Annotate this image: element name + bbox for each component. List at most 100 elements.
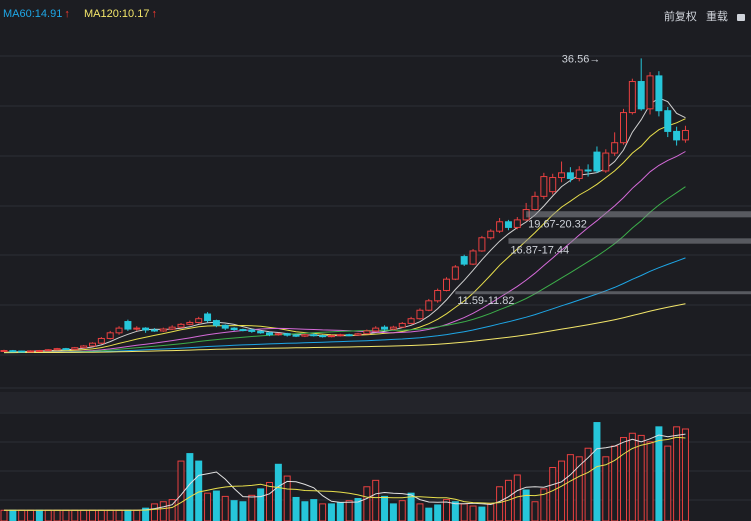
candle-body (451, 266, 459, 280)
price-band (455, 291, 751, 295)
candle-body (504, 221, 512, 228)
candle-body (646, 75, 654, 110)
volume-bar (177, 460, 185, 521)
candle-body (35, 350, 43, 353)
volume-ma-line-vma10 (4, 436, 686, 511)
candle-body (602, 152, 610, 172)
candle-body (389, 326, 397, 330)
candle-body (531, 195, 539, 211)
volume-bar (469, 505, 477, 521)
candle-body (301, 334, 309, 337)
volume-bar (310, 499, 318, 521)
candle-body (372, 327, 380, 332)
candle-body (18, 350, 26, 353)
volume-bar (0, 509, 8, 521)
candle-body (513, 219, 521, 228)
volume-bar (566, 454, 574, 521)
candle-body (549, 177, 557, 193)
volume-bar (9, 509, 17, 521)
volume-bar (611, 445, 619, 521)
restore-rights-button[interactable]: 前复权 (664, 11, 697, 23)
ma-line-ma20 (3, 151, 686, 353)
ma120-value: MA120:10.17 (84, 8, 150, 20)
volume-bar (398, 500, 406, 521)
candle-body (221, 324, 229, 329)
candle-body (159, 328, 167, 332)
candle-body (177, 323, 185, 328)
candle-body (469, 250, 477, 265)
reload-button[interactable]: 重载 (706, 11, 728, 23)
candle-body (230, 327, 238, 331)
candle-body (637, 81, 645, 110)
candle-body (593, 151, 601, 172)
candle-body (248, 329, 256, 332)
volume-bar (673, 426, 681, 521)
volume-bar (416, 503, 424, 521)
candle-body (363, 330, 371, 335)
volume-bar (628, 432, 636, 521)
candle-body (292, 334, 300, 337)
volume-bar (266, 481, 273, 521)
candle-body (150, 329, 158, 332)
volume-bar (487, 503, 495, 521)
volume-bar (89, 509, 96, 521)
ma60-legend: MA60:14.91 ↑ (3, 8, 70, 20)
candle-body (664, 110, 672, 132)
volume-bar (195, 460, 203, 521)
volume-bar (381, 495, 389, 521)
volume-bar (97, 509, 105, 521)
price-band (508, 238, 751, 244)
candle-body (124, 321, 132, 330)
volume-bar (593, 422, 601, 521)
candle-body (115, 327, 123, 334)
candle-body (327, 335, 335, 338)
volume-bar (372, 479, 380, 521)
candle-body (44, 349, 52, 352)
candle-body (212, 320, 220, 326)
camera-icon[interactable] (737, 13, 745, 21)
candle-body (575, 169, 583, 179)
volume-bar (292, 496, 300, 521)
volume-bar (531, 501, 539, 521)
candle-body (566, 172, 574, 179)
candle-body (274, 333, 282, 336)
volume-bar (637, 434, 645, 521)
candle-body (53, 348, 61, 351)
price-band-label: 11.59-11.82 (457, 295, 514, 307)
volume-bar (301, 501, 309, 521)
candle-body (407, 318, 415, 324)
candle-body (106, 332, 114, 339)
price-band-label: 16.87-17.44 (510, 245, 569, 257)
candle-body (142, 327, 150, 331)
volume-bar (124, 509, 132, 521)
candle-body (204, 313, 212, 322)
candle-body (434, 289, 442, 302)
candle-body (168, 326, 176, 330)
candle-body (416, 309, 424, 320)
panel-separator (0, 392, 751, 412)
volume-bar (425, 507, 433, 521)
stock-chart: 36.56→ 19.67-20.32 16.87-17.44 11.59-11.82 (0, 53, 751, 521)
chart-header: MA60:14.91 ↑ MA120:10.17 ↑ 前复权 重载 (0, 0, 751, 26)
volume-bar (27, 509, 35, 521)
volume-bar (460, 503, 468, 521)
volume-bar (664, 445, 672, 521)
price-band-label: 19.67-20.32 (528, 218, 587, 230)
volume-bar (363, 486, 371, 521)
ma60-up-arrow: ↑ (64, 8, 70, 20)
candle-body (133, 327, 141, 330)
volume-bar (274, 463, 282, 521)
volume-bar (18, 509, 26, 521)
candle-body (620, 112, 627, 144)
volume-bar (204, 492, 212, 521)
volume-bar (80, 509, 88, 521)
volume-bar (106, 509, 114, 521)
volume-bar (496, 486, 504, 521)
candle-body (460, 256, 468, 265)
candle-body (487, 230, 495, 239)
volume-bar (327, 503, 335, 521)
ma-line-ma10 (3, 118, 686, 353)
candle-body (89, 342, 96, 347)
volume-bar (681, 428, 689, 521)
volume-bar (336, 502, 344, 521)
